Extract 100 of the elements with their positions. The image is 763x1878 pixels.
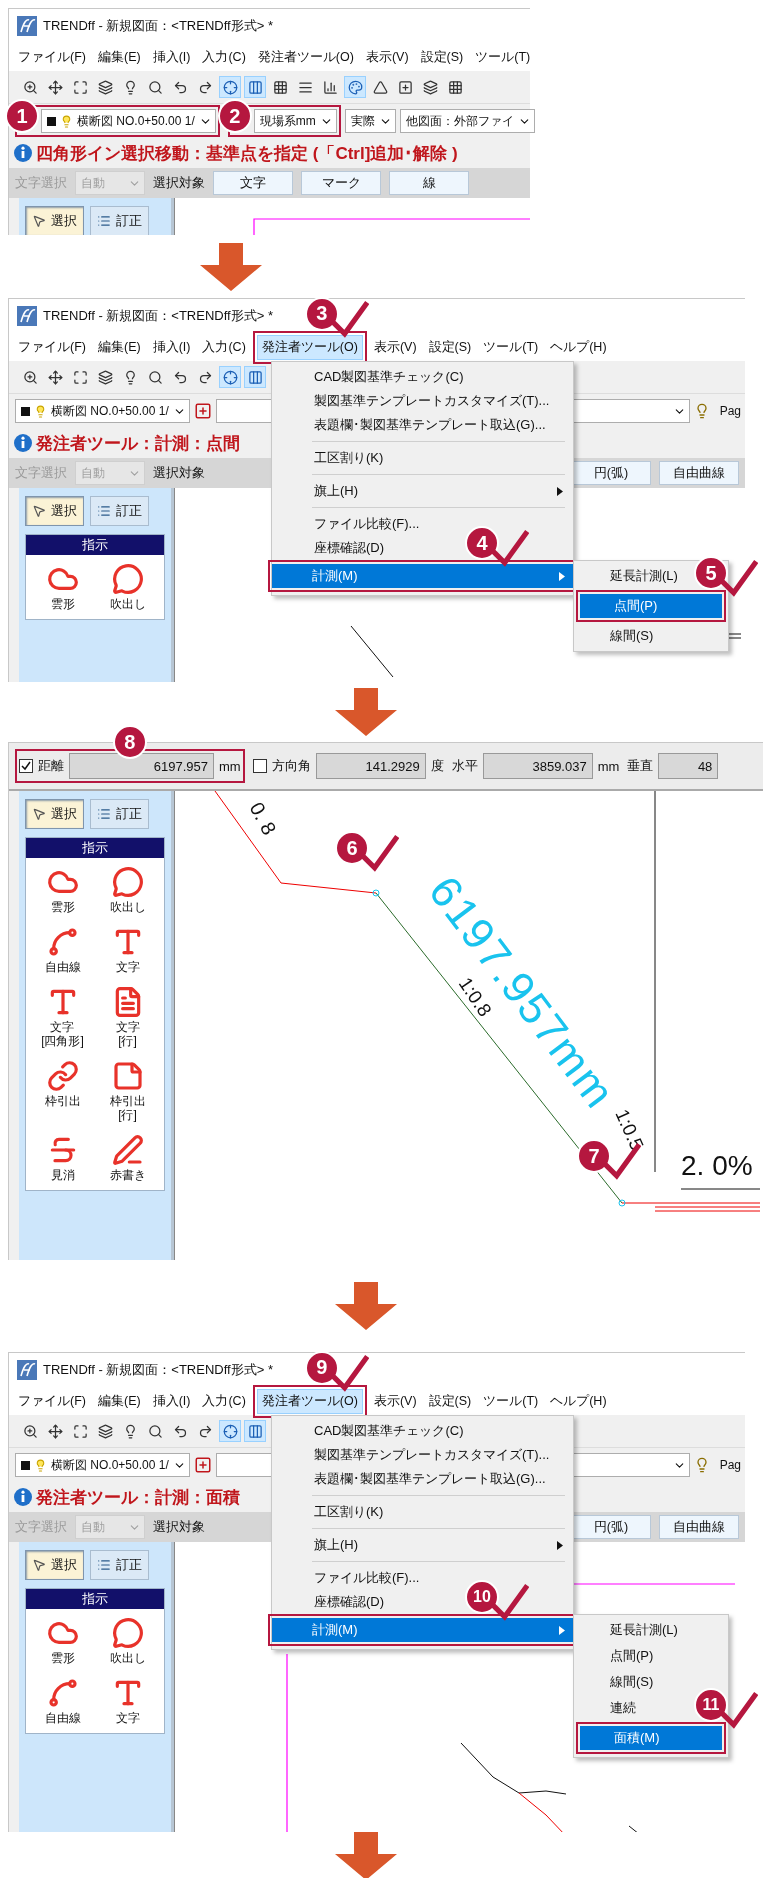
submenu-arrow-icon [557,1540,563,1550]
pen-icon[interactable] [111,1134,144,1166]
curve-icon[interactable] [46,926,79,958]
checkbox[interactable] [252,759,267,773]
menu-item[interactable]: 点間(P) [580,594,722,618]
list-icon [97,1558,111,1572]
speech-bubble-icon[interactable] [111,563,144,595]
palette-icon[interactable] [344,76,366,98]
mode-button[interactable]: 訂正 [90,496,149,526]
menu-bar-item[interactable]: 表示(V) [368,334,422,360]
menu-bar-item[interactable]: 表示(V) [360,44,414,70]
menu-item[interactable]: CAD製図基準チェック(C) [314,1422,464,1440]
menu-bar-item[interactable]: ヘルプ(H) [545,1388,612,1414]
menu-item[interactable]: 工区割り(K) [314,1503,384,1521]
menu-bar-item[interactable]: 編集(E) [92,1388,146,1414]
menu-item[interactable]: 計測(M) [272,1618,573,1642]
target-button[interactable]: 円(弧) [571,461,651,485]
dropdown-field[interactable]: 現場系mm [253,109,337,133]
chain-icon[interactable] [46,1060,79,1092]
down-arrow [335,1832,397,1878]
menu-item[interactable]: 座標確認(D) [314,1593,385,1611]
menu-item[interactable]: 連続 [610,1699,636,1717]
crosshair-icon[interactable] [219,1420,241,1442]
menu-item[interactable]: 延長計測(L) [610,1621,678,1639]
menu-bar-item[interactable]: ファイル(F) [13,334,91,360]
menu-bar-item[interactable]: 入力(C) [197,334,251,360]
menu-bar-item[interactable]: 設定(S) [423,334,477,360]
step-badge: 2 [217,99,252,133]
menu-item[interactable]: 延長計測(L) [610,567,678,585]
tool-label: 自由線 [44,1711,81,1725]
menu-bar-item[interactable]: 入力(C) [197,44,251,70]
menu-bar-item[interactable]: ファイル(F) [13,44,91,70]
menu-item[interactable]: 工区割り(K) [314,449,384,467]
menu-bar-item[interactable]: 編集(E) [92,334,146,360]
layer-dropdown[interactable]: 横断図 NO.0+50.00 1/ [15,399,190,423]
menu-item[interactable]: 旗上(H) [314,1536,359,1554]
menu-bar-item[interactable]: 入力(C) [197,1388,251,1414]
target-button[interactable]: マーク [301,171,381,195]
tool-label: 文字 [115,960,140,974]
target-button[interactable]: 自由曲線 [659,1515,739,1539]
menu-bar-item[interactable]: 発注者ツール(O) [252,44,359,70]
menu-item[interactable]: 点間(P) [610,1647,654,1665]
add-layer-icon[interactable] [193,1456,212,1474]
menu-bar-item[interactable]: ツール(T) [478,334,544,360]
mode-button[interactable]: 訂正 [90,1550,149,1580]
submenu-arrow-icon [559,1625,565,1635]
menu-item[interactable]: 表題欄･製図基準テンプレート取込(G)... [314,1470,546,1488]
menu-item[interactable]: ファイル比較(F)... [314,1569,420,1587]
crosshair-icon[interactable] [219,366,241,388]
menu-item[interactable]: 座標確認(D) [314,539,385,557]
mode-button[interactable]: 訂正 [90,206,149,235]
mode-button[interactable]: 訂正 [90,799,149,829]
menu-bar-item[interactable]: 発注者ツール(O) [256,1388,363,1414]
menu-bar-item[interactable]: 発注者ツール(O) [256,334,363,360]
menu-bar-item[interactable]: ツール(T) [470,44,536,70]
mode-button[interactable]: 選択 [25,1550,84,1580]
menu-item[interactable]: CAD製図基準チェック(C) [314,368,464,386]
dropdown-field[interactable]: 実際 [344,109,396,133]
mode-button[interactable]: 選択 [25,496,84,526]
crosshair-icon[interactable] [219,76,241,98]
layer-dropdown[interactable]: 横断図 NO.0+50.00 1/ [15,1453,190,1477]
checkbox[interactable] [19,759,33,773]
menu-item[interactable]: 計測(M) [272,564,573,588]
menu-bar-item[interactable]: 挿入(I) [147,1388,196,1414]
speech-bubble-icon[interactable] [111,866,144,898]
menu-bar-item[interactable]: ヘルプ(H) [545,334,612,360]
add-layer-icon[interactable] [193,402,212,420]
target-button[interactable]: 自由曲線 [659,461,739,485]
target-button[interactable]: 文字 [213,171,293,195]
menu-bar-item[interactable]: ツール(T) [478,1388,544,1414]
menu-bar-item[interactable]: 設定(S) [415,44,469,70]
note-icon[interactable] [111,1060,144,1092]
columns-icon[interactable] [244,366,266,388]
dropdown-field[interactable]: 他図面：外部ファイ [399,109,535,133]
target-button[interactable]: 円(弧) [571,1515,651,1539]
mode-button[interactable]: 選択 [25,206,84,235]
curve-icon[interactable] [46,1677,79,1709]
columns-icon[interactable] [244,1420,266,1442]
value-field: 48 [658,753,719,779]
menu-item[interactable]: 面積(M) [580,1726,722,1750]
layer-dropdown[interactable]: 横断図 NO.0+50.00 1/ [41,109,216,133]
menu-bar-item[interactable]: 挿入(I) [147,44,196,70]
menu-item[interactable]: 線間(S) [610,1673,654,1691]
menu-item[interactable]: 表題欄･製図基準テンプレート取込(G)... [314,416,546,434]
menu-bar-item[interactable]: ファイル(F) [13,1388,91,1414]
menu-item[interactable]: ファイル比較(F)... [314,515,420,533]
menu-bar-item[interactable]: 設定(S) [423,1388,477,1414]
speech-bubble-icon[interactable] [111,1617,144,1649]
mode-button[interactable]: 選択 [25,799,84,829]
menu-item[interactable]: 製図基準テンプレートカスタマイズ(T)... [314,392,550,410]
unit-label: mm [219,758,241,774]
target-button[interactable]: 線 [389,171,469,195]
menu-item[interactable]: 旗上(H) [314,482,359,500]
menu-bar-item[interactable]: 表示(V) [368,1388,422,1414]
menu-bar-item[interactable]: 挿入(I) [147,334,196,360]
step-badge: 5 [694,556,728,590]
menu-item[interactable]: 線間(S) [610,627,654,645]
menu-bar-item[interactable]: 編集(E) [92,44,146,70]
menu-item[interactable]: 製図基準テンプレートカスタマイズ(T)... [314,1446,550,1464]
columns-icon[interactable] [244,76,266,98]
